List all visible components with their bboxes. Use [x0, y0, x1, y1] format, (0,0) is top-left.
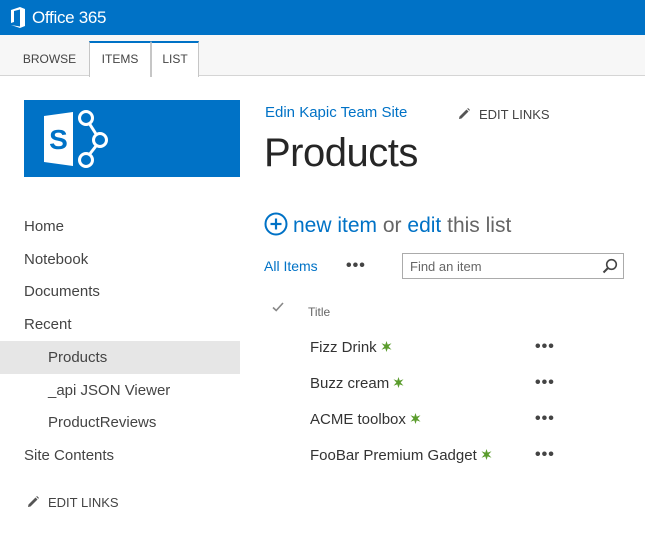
edit-links-nav[interactable]: EDIT LINKS — [26, 495, 119, 512]
view-all-items[interactable]: All Items — [264, 258, 318, 274]
new-item-link[interactable]: new item — [293, 214, 377, 237]
edit-links-label: EDIT LINKS — [48, 495, 119, 510]
edit-links-label: EDIT LINKS — [479, 107, 550, 122]
item-menu-button[interactable]: ••• — [535, 446, 555, 464]
tab-browse[interactable]: BROWSE — [12, 41, 87, 76]
tab-items[interactable]: ITEMS — [89, 41, 151, 77]
search-input[interactable] — [403, 254, 593, 278]
item-menu-button[interactable]: ••• — [535, 338, 555, 356]
new-item-icon — [410, 411, 421, 424]
pencil-icon — [26, 495, 40, 512]
nav-item-products[interactable]: Products — [0, 341, 240, 374]
list-row[interactable]: Buzz cream ••• — [264, 368, 624, 404]
suite-bar: Office 365 — [0, 0, 645, 35]
add-circle-icon[interactable] — [264, 212, 288, 236]
item-title[interactable]: Fizz Drink — [310, 339, 392, 356]
nav-item-site-contents[interactable]: Site Contents — [0, 439, 240, 472]
ribbon: BROWSE ITEMS LIST — [0, 35, 645, 77]
search-box — [402, 253, 624, 279]
new-item-icon — [381, 339, 392, 352]
nav-item-notebook[interactable]: Notebook — [0, 243, 240, 276]
list-row[interactable]: ACME toolbox ••• — [264, 404, 624, 440]
list-row[interactable]: FooBar Premium Gadget ••• — [264, 440, 624, 476]
edit-list-link[interactable]: edit — [407, 214, 441, 237]
item-menu-button[interactable]: ••• — [535, 374, 555, 392]
new-item-icon — [481, 447, 492, 460]
svg-text:S: S — [49, 124, 68, 155]
nav-item-api-json-viewer[interactable]: _api JSON Viewer — [0, 374, 240, 407]
site-title-link[interactable]: Edin Kapic Team Site — [265, 104, 407, 121]
nav-item-recent[interactable]: Recent — [0, 308, 240, 341]
nav-item-home[interactable]: Home — [0, 210, 240, 243]
column-header-title[interactable]: Title — [308, 305, 330, 319]
sharepoint-logo-icon: S — [44, 110, 108, 168]
select-all-checkmark-icon[interactable] — [271, 300, 285, 319]
or-text: or — [382, 214, 402, 237]
item-title[interactable]: Buzz cream — [310, 375, 404, 392]
item-menu-button[interactable]: ••• — [535, 410, 555, 428]
pencil-icon — [457, 107, 471, 124]
item-title[interactable]: ACME toolbox — [310, 411, 421, 428]
tab-list[interactable]: LIST — [151, 41, 199, 77]
search-icon[interactable] — [602, 258, 618, 279]
suite-brand[interactable]: Office 365 — [32, 7, 106, 28]
more-views-button[interactable]: ••• — [346, 257, 366, 275]
nav-item-documents[interactable]: Documents — [0, 275, 240, 308]
nav-item-productreviews[interactable]: ProductReviews — [0, 406, 240, 439]
list-row[interactable]: Fizz Drink ••• — [264, 332, 624, 368]
site-logo[interactable]: S — [24, 100, 240, 177]
page-title: Products — [264, 131, 418, 175]
edit-links-top[interactable]: EDIT LINKS — [457, 107, 550, 124]
item-title[interactable]: FooBar Premium Gadget — [310, 447, 492, 464]
new-item-icon — [393, 375, 404, 388]
new-item-bar: new item or edit this list — [264, 212, 511, 238]
this-list-text: this list — [447, 214, 512, 237]
office-365-logo-icon[interactable] — [10, 7, 26, 28]
